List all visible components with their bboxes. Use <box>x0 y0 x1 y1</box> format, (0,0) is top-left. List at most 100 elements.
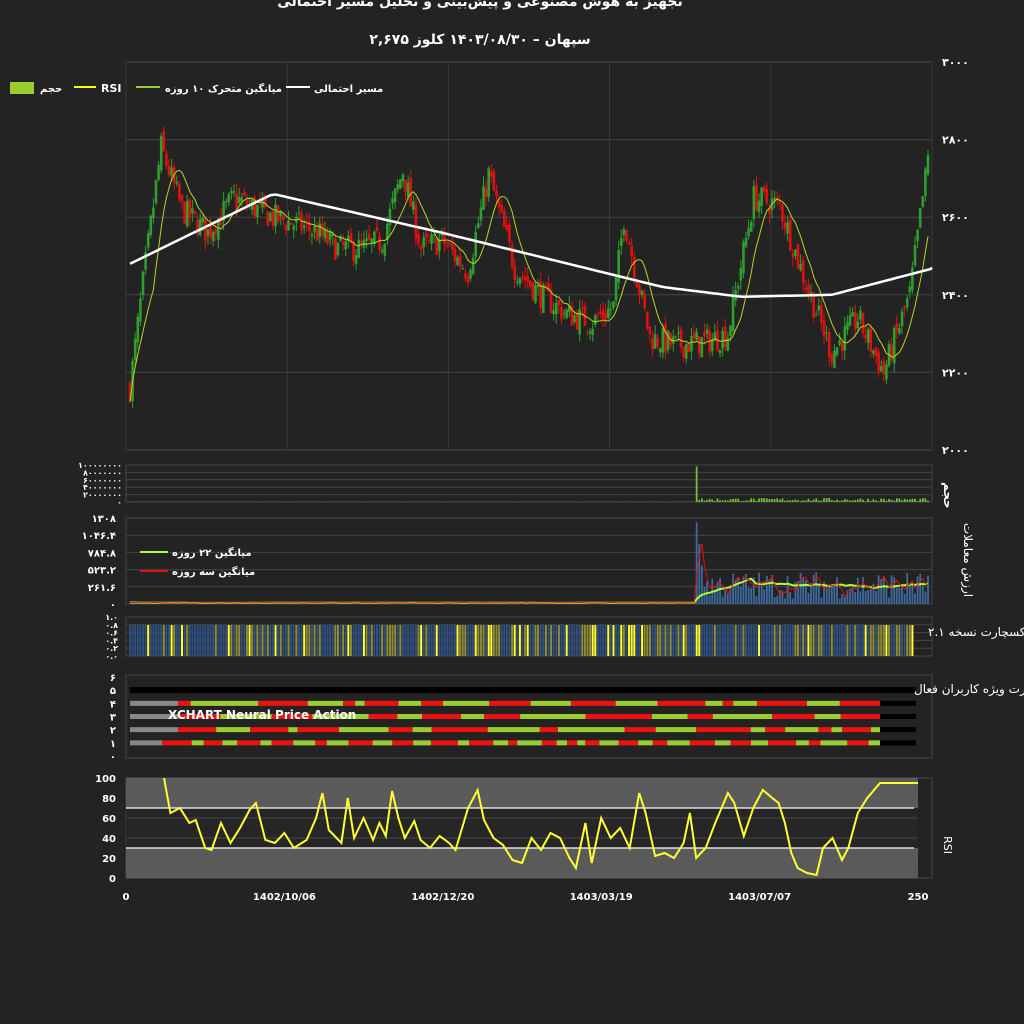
trade-value-bar <box>804 580 807 604</box>
trade-value-bar <box>773 596 776 604</box>
trade-value-bar <box>758 572 760 604</box>
trade-value-bar <box>789 591 792 604</box>
ai-tick-label: ۲ <box>110 726 116 737</box>
trade-value-bar <box>778 589 781 604</box>
smart-money-stripe <box>464 625 467 656</box>
smart-money-stripe <box>173 625 176 656</box>
smart-money-stripe <box>732 625 735 656</box>
trade-value-bar <box>836 577 838 604</box>
smart-money-stripe <box>550 625 553 656</box>
volume-bar <box>838 500 841 502</box>
smart-money-stripe <box>258 625 261 656</box>
smart-money-stripe <box>721 625 724 656</box>
volume-bar <box>316 501 319 502</box>
smart-money-tick-label: ۰.۸ <box>105 621 118 630</box>
candle-body <box>838 340 841 345</box>
price-tick-label: ۲۶۰۰ <box>942 211 969 224</box>
trade-value-bar <box>737 577 740 604</box>
volume-bar <box>531 501 534 502</box>
volume-bar <box>843 499 846 502</box>
smart-money-stripe <box>885 625 888 656</box>
smart-money-stripe <box>674 625 677 656</box>
candle-body <box>721 330 724 349</box>
rsi-x-tick-label: 1402/10/06 <box>253 892 316 903</box>
smart-money-stripe <box>266 625 269 656</box>
trade-value-bar <box>833 585 836 604</box>
smart-money-stripe <box>716 625 719 656</box>
smart-money-stripe <box>290 625 293 656</box>
smart-money-stripe <box>287 625 290 656</box>
candle-body <box>453 248 457 261</box>
trade-value-bar <box>763 589 766 604</box>
volume-bar <box>750 498 753 502</box>
candle-body <box>619 238 623 247</box>
smart-money-stripe <box>903 625 906 656</box>
smart-money-stripe <box>794 625 797 656</box>
smart-money-stripe <box>617 625 620 656</box>
smart-money-stripe <box>771 625 774 656</box>
candle-body <box>913 245 917 266</box>
candle-body <box>916 229 919 242</box>
smart-money-stripe <box>284 625 287 656</box>
smart-money-stripe <box>599 625 602 656</box>
trade-value-bar <box>695 522 698 604</box>
smart-money-stripe <box>417 625 420 656</box>
trade-value-bar <box>911 584 914 604</box>
volume-bar <box>745 500 747 502</box>
volume-bar <box>903 498 906 502</box>
smart-money-stripe <box>141 625 144 656</box>
smart-money-stripe <box>604 625 607 656</box>
candle-body <box>554 302 558 315</box>
candle-body <box>794 249 797 256</box>
smart-money-stripe <box>615 625 618 656</box>
volume-bar <box>266 501 269 502</box>
smart-money-stripe <box>583 625 586 656</box>
smart-money-stripe <box>342 625 345 656</box>
volume-bar <box>248 501 251 502</box>
ai-tick-label: ۶ <box>110 673 116 684</box>
volume-bar <box>864 501 867 502</box>
legend-rsi-label: RSI <box>101 82 122 95</box>
smart-money-stripe <box>253 625 256 656</box>
smart-money-stripe <box>165 625 168 656</box>
candle-body <box>313 225 316 232</box>
smart-money-stripe <box>331 625 334 656</box>
candle-body <box>167 165 171 176</box>
volume-bar <box>391 501 394 502</box>
smart-money-stripe <box>773 625 776 656</box>
volume-bar <box>765 498 768 502</box>
candle-body <box>448 243 452 245</box>
smart-money-stripe <box>518 625 521 656</box>
candle-body <box>139 298 142 322</box>
smart-money-stripe <box>334 625 337 656</box>
ai-tick-label: ۴ <box>110 699 116 710</box>
candle-body <box>204 217 207 241</box>
smart-money-stripe <box>238 625 241 656</box>
smart-money-stripe <box>700 625 703 656</box>
candle-body <box>557 300 561 306</box>
volume-bar <box>396 501 399 502</box>
candle-body <box>851 312 854 317</box>
smart-money-stripe <box>513 625 516 656</box>
trade-value-bars <box>129 522 929 604</box>
smart-money-stripe <box>485 625 488 656</box>
volume-bar <box>196 501 199 502</box>
smart-money-stripe <box>706 625 709 656</box>
smart-money-stripe <box>890 625 893 656</box>
candle-body <box>638 285 641 296</box>
smart-money-stripe <box>368 625 371 656</box>
trade-value-bar <box>856 577 859 604</box>
volume-bar <box>752 498 755 502</box>
volume-bar <box>529 501 532 502</box>
smart-money-stripe <box>643 625 646 656</box>
smart-money-stripe <box>492 625 495 656</box>
trade-value-bar <box>750 588 753 604</box>
candle-body <box>508 224 511 243</box>
legend-ma-label: میانگین متحرک ۱۰ روزه <box>165 82 282 95</box>
rsi-x-tick-label: 250 <box>908 892 929 903</box>
volume-bar <box>498 501 501 502</box>
volume-bar <box>763 498 766 502</box>
rsi-tick-label: 40 <box>102 834 116 845</box>
rsi-tick-label: 20 <box>102 854 116 865</box>
volume-bar <box>846 499 849 502</box>
